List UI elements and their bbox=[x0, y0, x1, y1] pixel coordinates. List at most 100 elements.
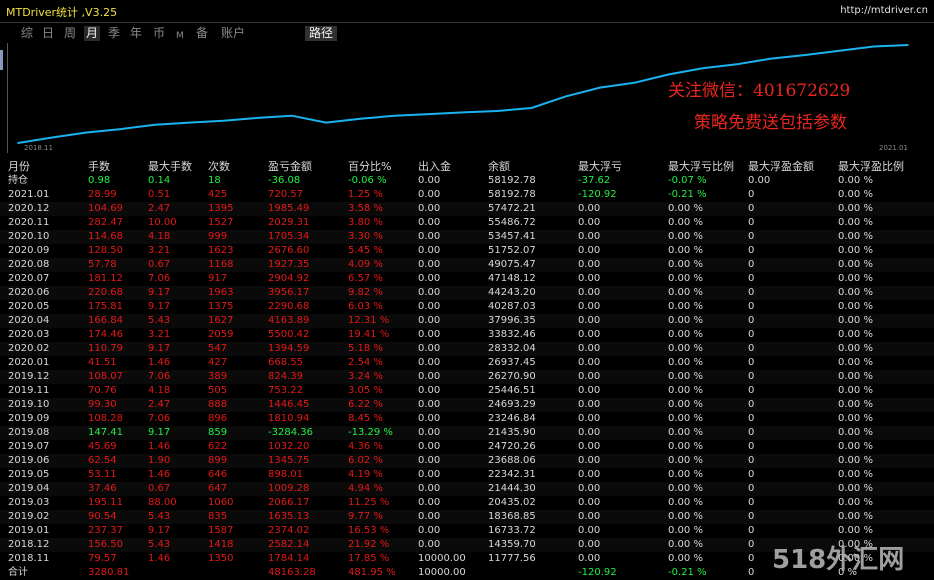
table-row-cell: 2019.08 bbox=[8, 427, 50, 438]
tab-8[interactable]: 备 bbox=[194, 26, 210, 41]
table-row-cell: 0.00 % bbox=[668, 553, 703, 564]
table-row-cell: 0.00 bbox=[418, 385, 441, 396]
table-row-cell: 0.00 bbox=[578, 427, 601, 438]
tab-4[interactable]: 季 bbox=[106, 26, 122, 41]
table-row-cell: 622 bbox=[208, 441, 228, 452]
table-row-cell: 166.84 bbox=[88, 315, 123, 326]
table-row-cell: 4.18 bbox=[148, 385, 171, 396]
equity-point-16 bbox=[564, 95, 567, 98]
table-row-cell: 647 bbox=[208, 483, 228, 494]
table-row-cell: 0 bbox=[748, 371, 755, 382]
table-row-cell: 147.41 bbox=[88, 427, 123, 438]
table-row-cell: 0.00 bbox=[578, 329, 601, 340]
title-bar: MTDriver统计 ,V3.25 http://mtdriver.cn bbox=[0, 0, 934, 23]
tab-3[interactable]: 月 bbox=[84, 26, 101, 41]
table-row-cell: 0.00 % bbox=[838, 315, 873, 326]
table-holding-row-cell: 0.00 bbox=[748, 175, 771, 186]
table-row-cell: 2019.04 bbox=[8, 483, 50, 494]
equity-point-2 bbox=[85, 131, 88, 134]
table-row-cell: 646 bbox=[208, 469, 228, 480]
table-row-cell: 12.31 % bbox=[348, 315, 390, 326]
table-row-cell: 0.00 bbox=[578, 343, 601, 354]
table-row: 2019.08 147.41 9.17 859 -3284.36 -13.29 % 0.00… bbox=[0, 426, 934, 440]
table-row-cell: 2020.03 bbox=[8, 329, 50, 340]
table-row-cell: 0 bbox=[748, 539, 755, 550]
table-row-cell: -13.29 % bbox=[348, 427, 393, 438]
table-row-cell: 3.21 bbox=[148, 245, 171, 256]
tab-7[interactable]: M bbox=[174, 29, 186, 44]
table-row-cell: 9.17 bbox=[148, 525, 171, 536]
table-row-cell: 0.00 bbox=[418, 259, 441, 270]
table-holding-row-cell: 18 bbox=[208, 175, 221, 186]
table-row: 2020.12 104.69 2.47 1395 1985.49 3.58 % 0.00 57… bbox=[0, 202, 934, 216]
table-header-cell: 最大浮亏比例 bbox=[668, 160, 734, 173]
table-row-cell: 0.00 bbox=[418, 329, 441, 340]
chart-x-tick-start: 2018.11 bbox=[24, 144, 53, 152]
table-row-cell: 1.90 bbox=[148, 455, 171, 466]
table-row-cell: 23688.06 bbox=[488, 455, 536, 466]
site-url-link[interactable]: http://mtdriver.cn bbox=[840, 5, 928, 16]
table-row-cell: 220.68 bbox=[88, 287, 123, 298]
table-row-cell: 2019.11 bbox=[8, 385, 50, 396]
table-row-cell: 108.28 bbox=[88, 413, 123, 424]
table-row-cell: 24693.29 bbox=[488, 399, 536, 410]
table-total-row-cell: 10000.00 bbox=[418, 567, 466, 578]
table-row-cell: -3284.36 bbox=[268, 427, 313, 438]
table-row-cell: 0.00 % bbox=[668, 371, 703, 382]
tab-0[interactable]: 综 bbox=[19, 26, 35, 41]
table-row-cell: 0.00 % bbox=[838, 427, 873, 438]
table-row: 2019.10 99.30 2.47 888 1446.45 6.22 % 0.00 2469… bbox=[0, 398, 934, 412]
tab-9[interactable]: 账户 bbox=[219, 26, 247, 41]
table-row-cell: 668.55 bbox=[268, 357, 303, 368]
table-row-cell: 1446.45 bbox=[268, 399, 310, 410]
tab-6[interactable]: 币 bbox=[151, 26, 167, 41]
equity-point-7 bbox=[256, 117, 259, 119]
table-row-cell: 0.00 % bbox=[668, 497, 703, 508]
tab-1[interactable]: 日 bbox=[40, 26, 56, 41]
table-row: 2019.09 108.28 7.06 896 1810.94 8.45 % 0.00 232… bbox=[0, 412, 934, 426]
table-row-cell: 47148.12 bbox=[488, 273, 536, 284]
table-row: 2019.12 108.07 7.06 389 824.39 3.24 % 0.00 2627… bbox=[0, 370, 934, 384]
table-row-cell: 753.22 bbox=[268, 385, 303, 396]
table-row-cell: 0.00 % bbox=[838, 245, 873, 256]
tab-5[interactable]: 年 bbox=[128, 26, 144, 41]
table-row-cell: 0 bbox=[748, 315, 755, 326]
table-row-cell: 0.00 bbox=[578, 539, 601, 550]
table-row-cell: 0 bbox=[748, 399, 755, 410]
table-row: 2019.03 195.11 88.00 1060 2066.17 11.25 % 0.00… bbox=[0, 496, 934, 510]
table-row-cell: 1985.49 bbox=[268, 203, 310, 214]
table-row-cell: 2019.03 bbox=[8, 497, 50, 508]
table-row-cell: 5.43 bbox=[148, 511, 171, 522]
tab-2[interactable]: 周 bbox=[62, 26, 78, 41]
table-row-cell: 0.00 bbox=[578, 203, 601, 214]
tab-10[interactable]: 路径 bbox=[305, 26, 338, 41]
table-row-cell: 4.09 % bbox=[348, 259, 383, 270]
table-row-cell: 0.00 % bbox=[668, 469, 703, 480]
table-row-cell: 0 bbox=[748, 427, 755, 438]
table-row-cell: 1.46 bbox=[148, 553, 171, 564]
table-row-cell: 0 bbox=[748, 413, 755, 424]
table-row-cell: 896 bbox=[208, 413, 228, 424]
table-row-cell: 1527 bbox=[208, 217, 234, 228]
scroll-indicator[interactable] bbox=[0, 50, 3, 70]
table-row-cell: 3.24 % bbox=[348, 371, 383, 382]
table-row-cell: 5500.42 bbox=[268, 329, 310, 340]
table-row-cell: 0.00 bbox=[578, 399, 601, 410]
table-row-cell: 1627 bbox=[208, 315, 234, 326]
equity-point-11 bbox=[393, 114, 396, 117]
table-row: 2019.11 70.76 4.18 505 753.22 3.05 % 0.00 25446… bbox=[0, 384, 934, 398]
table-row-cell: 0.00 bbox=[578, 385, 601, 396]
period-tab-bar: 综日周月季年币 M 备账户 路径 bbox=[0, 23, 934, 43]
equity-point-25 bbox=[873, 45, 875, 48]
table-row-cell: 99.30 bbox=[88, 399, 117, 410]
table-row-cell: 0 bbox=[748, 357, 755, 368]
table-row-cell: 0.00 % bbox=[668, 483, 703, 494]
table-header-cell: 最大浮盈比例 bbox=[838, 160, 904, 173]
table-total-row-cell: 48163.28 bbox=[268, 567, 316, 578]
table-row-cell: 0.00 % bbox=[838, 483, 873, 494]
table-row-cell: 0 bbox=[748, 231, 755, 242]
table-row-cell: 0.00 % bbox=[668, 525, 703, 536]
table-row-cell: 0.00 % bbox=[838, 343, 873, 354]
table-row-cell: 1394.59 bbox=[268, 343, 310, 354]
table-row-cell: 5.43 bbox=[148, 315, 171, 326]
